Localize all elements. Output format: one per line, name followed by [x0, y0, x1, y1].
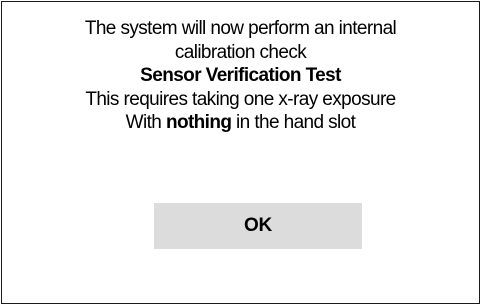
dialog-message: The system will now perform an internal … — [2, 17, 479, 135]
message-line-2: calibration check — [174, 41, 307, 63]
calibration-dialog: The system will now perform an internal … — [1, 1, 480, 304]
message-line-5: With nothing in the hand slot — [2, 111, 479, 135]
line-5-suffix: in the hand slot — [231, 112, 356, 133]
ok-button[interactable]: OK — [154, 203, 362, 249]
message-line-4: This requires taking one x-ray exposure — [85, 88, 396, 110]
message-line-1: The system will now perform an internal — [84, 18, 397, 39]
line-5-prefix: With — [125, 112, 166, 133]
line-5-emphasis: nothing — [165, 112, 232, 133]
test-name-heading: Sensor Verification Test — [140, 65, 341, 86]
